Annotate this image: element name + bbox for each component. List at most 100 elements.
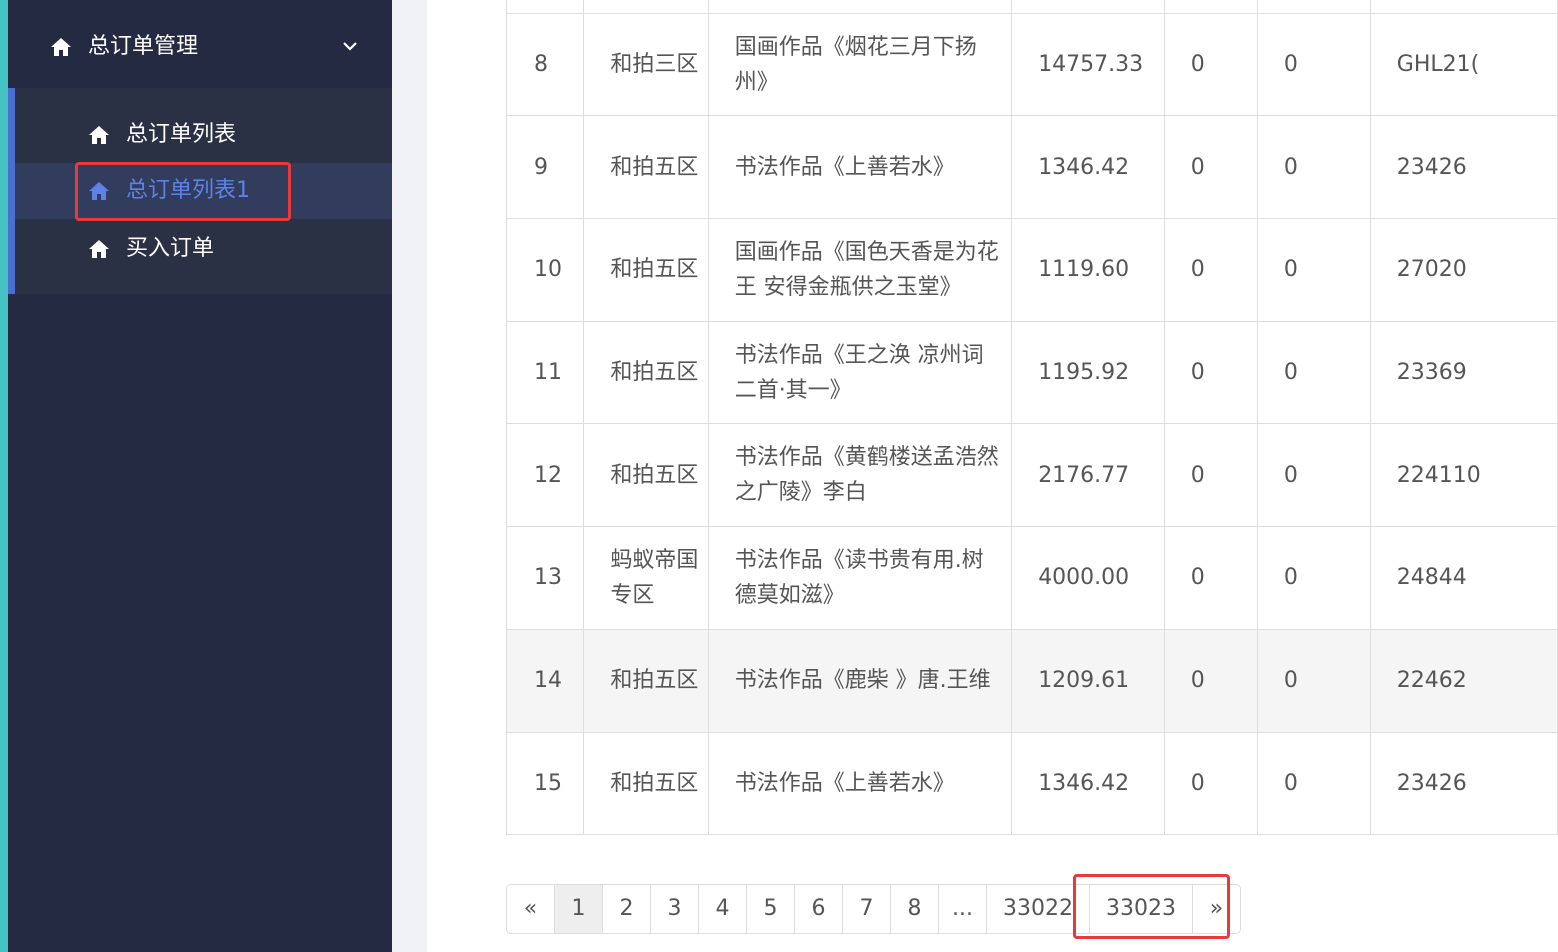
count-cell-1: 0 <box>1163 12 1258 117</box>
table-row[interactable]: 15 和拍五区 书法作品《上善若水》 1346.42 0 0 23426 <box>505 731 1558 836</box>
count-cell-2: 0 <box>1256 731 1371 836</box>
price-cell: 1195.92 <box>1011 320 1165 425</box>
row-number: 8 <box>505 12 585 117</box>
code-cell: 23426 <box>1369 731 1558 836</box>
row-number: 12 <box>505 423 585 528</box>
artwork-name-cell: 书法作品《鹿柴 》唐.王维 <box>707 628 1013 733</box>
pagination-page-8[interactable]: 8 <box>890 884 939 934</box>
code-cell: 23369 <box>1369 320 1558 425</box>
count-cell-2: 0 <box>1256 423 1371 528</box>
price-cell: 1346.42 <box>1011 115 1165 220</box>
zone-cell: 和拍五区 <box>583 731 709 836</box>
zone-cell: 和拍三区 <box>583 12 709 117</box>
code-cell: 23426 <box>1369 115 1558 220</box>
row-number: 13 <box>505 526 585 630</box>
zone-cell: 和拍五区 <box>583 628 709 733</box>
price-cell <box>1011 0 1165 14</box>
code-cell: 224110 <box>1369 423 1558 528</box>
pagination-page-1[interactable]: 1 <box>554 884 603 934</box>
row-number: 7 <box>505 0 585 14</box>
code-cell: 22462 <box>1369 628 1558 733</box>
artwork-name-cell: 国画作品《国色天香是为花王 安得金瓶供之玉堂》 <box>707 218 1013 322</box>
sidebar-item-label: 总订单列表1 <box>126 178 250 203</box>
pagination-page-6[interactable]: 6 <box>794 884 843 934</box>
code-cell <box>1369 0 1558 14</box>
row-number: 14 <box>505 628 585 733</box>
count-cell-2: 0 <box>1256 12 1371 117</box>
pagination-ellipsis[interactable]: ... <box>938 884 987 934</box>
sidebar-item-label: 买入订单 <box>126 236 215 261</box>
count-cell-1 <box>1163 0 1258 14</box>
count-cell-1: 0 <box>1163 526 1258 630</box>
count-cell-2: 0 <box>1256 320 1371 425</box>
sidebar-section-title: 总订单管理 <box>88 34 199 59</box>
home-icon <box>51 38 71 56</box>
pagination-page-33023[interactable]: 33023 <box>1089 884 1193 934</box>
sidebar: 总订单管理 总订单列表 总订单列表1 买入订单 <box>8 0 392 952</box>
count-cell-2: 0 <box>1256 218 1371 322</box>
pagination-page-4[interactable]: 4 <box>698 884 747 934</box>
count-cell-2: 0 <box>1256 526 1371 630</box>
artwork-name-cell: 国画作品《烟花三月下扬州》 <box>707 12 1013 117</box>
home-icon <box>89 182 109 200</box>
table-row[interactable]: 8 和拍三区 国画作品《烟花三月下扬州》 14757.33 0 0 GHL21( <box>505 12 1558 117</box>
pagination-next-button[interactable]: » <box>1192 884 1241 934</box>
pagination-prev-button[interactable]: « <box>506 884 555 934</box>
table-row[interactable]: 13 蚂蚁帝国专区 书法作品《读书贵有用.树德莫如滋》 4000.00 0 0 24844 <box>505 526 1558 630</box>
count-cell-1: 0 <box>1163 320 1258 425</box>
pagination-page-3[interactable]: 3 <box>650 884 699 934</box>
row-number: 15 <box>505 731 585 836</box>
content-gutter <box>392 0 427 952</box>
artwork-name-cell <box>707 0 1013 14</box>
table-row[interactable]: 11 和拍五区 书法作品《王之涣 凉州词二首·其一》 1195.92 0 0 23369 <box>505 320 1558 425</box>
count-cell-2: 0 <box>1256 115 1371 220</box>
pagination-page-2[interactable]: 2 <box>602 884 651 934</box>
home-icon <box>89 126 109 144</box>
order-table: 78和拍三区国画作品《烟花三月下扬州》14757.3300GHL21(9和拍五区… <box>505 0 1558 836</box>
count-cell-2: 0 <box>1256 628 1371 733</box>
table-row[interactable]: 12 和拍五区 书法作品《黄鹤楼送孟浩然之广陵》李白 2176.77 0 0 224110 <box>505 423 1558 528</box>
count-cell-2 <box>1256 0 1371 14</box>
sidebar-section-order-management[interactable]: 总订单管理 <box>8 0 392 88</box>
table-row[interactable]: 14 和拍五区 书法作品《鹿柴 》唐.王维 1209.61 0 0 22462 <box>505 628 1558 733</box>
pagination: «1 2 3 4 5 6 7 8... 33022 33023» <box>506 884 1241 934</box>
zone-cell: 和拍五区 <box>583 320 709 425</box>
row-number: 10 <box>505 218 585 322</box>
code-cell: GHL21( <box>1369 12 1558 117</box>
artwork-name-cell: 书法作品《上善若水》 <box>707 731 1013 836</box>
table-row[interactable]: 10 和拍五区 国画作品《国色天香是为花王 安得金瓶供之玉堂》 1119.60 0 0 27… <box>505 218 1558 322</box>
home-icon <box>89 240 109 258</box>
row-number: 11 <box>505 320 585 425</box>
count-cell-1: 0 <box>1163 423 1258 528</box>
sidebar-item-order-list[interactable]: 总订单列表 <box>15 107 392 163</box>
count-cell-1: 0 <box>1163 628 1258 733</box>
artwork-name-cell: 书法作品《王之涣 凉州词二首·其一》 <box>707 320 1013 425</box>
price-cell: 14757.33 <box>1011 12 1165 117</box>
zone-cell: 和拍五区 <box>583 218 709 322</box>
price-cell: 4000.00 <box>1011 526 1165 630</box>
zone-cell: 蚂蚁帝国专区 <box>583 526 709 630</box>
table-row[interactable]: 9 和拍五区 书法作品《上善若水》 1346.42 0 0 23426 <box>505 115 1558 220</box>
price-cell: 2176.77 <box>1011 423 1165 528</box>
price-cell: 1209.61 <box>1011 628 1165 733</box>
zone-cell: 和拍五区 <box>583 115 709 220</box>
zone-cell <box>583 0 709 14</box>
sidebar-item-buy-orders[interactable]: 买入订单 <box>15 221 392 277</box>
artwork-name-cell: 书法作品《读书贵有用.树德莫如滋》 <box>707 526 1013 630</box>
sidebar-item-order-list-1[interactable]: 总订单列表1 <box>15 163 392 219</box>
code-cell: 24844 <box>1369 526 1558 630</box>
chevron-down-icon[interactable] <box>342 38 358 54</box>
pagination-page-5[interactable]: 5 <box>746 884 795 934</box>
price-cell: 1119.60 <box>1011 218 1165 322</box>
pagination-page-7[interactable]: 7 <box>842 884 891 934</box>
sidebar-accent-strip <box>0 0 8 952</box>
sidebar-submenu: 总订单列表 总订单列表1 买入订单 <box>8 88 392 294</box>
count-cell-1: 0 <box>1163 731 1258 836</box>
artwork-name-cell: 书法作品《黄鹤楼送孟浩然之广陵》李白 <box>707 423 1013 528</box>
row-number: 9 <box>505 115 585 220</box>
pagination-page-33022[interactable]: 33022 <box>986 884 1090 934</box>
table-row[interactable]: 7 <box>505 0 1558 14</box>
count-cell-1: 0 <box>1163 218 1258 322</box>
code-cell: 27020 <box>1369 218 1558 322</box>
zone-cell: 和拍五区 <box>583 423 709 528</box>
